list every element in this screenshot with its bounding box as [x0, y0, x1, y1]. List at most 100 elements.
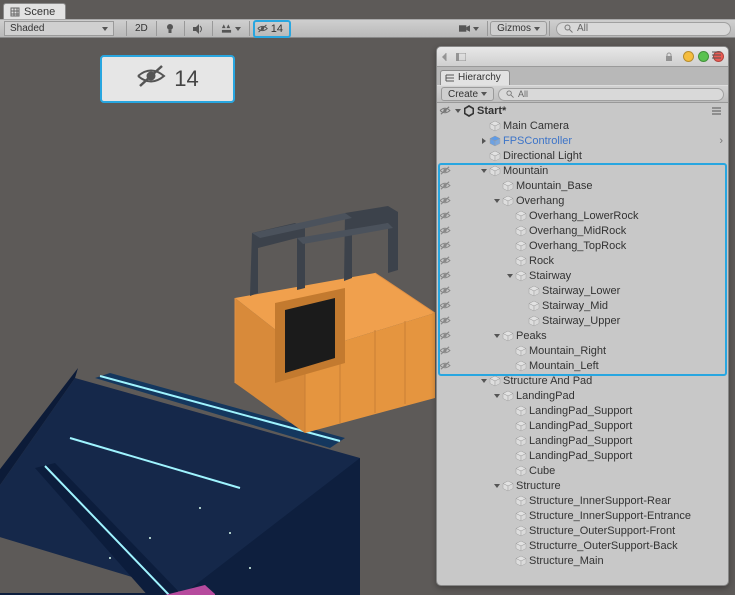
- tree-row-label: Main Camera: [503, 120, 569, 132]
- tree-row[interactable]: Mountain_Left: [437, 358, 728, 373]
- foldout-toggle[interactable]: [492, 481, 502, 491]
- visibility-toggle[interactable]: [437, 316, 453, 325]
- hidden-objects-toggle[interactable]: 14: [253, 20, 291, 38]
- tree-row[interactable]: Mountain_Right: [437, 343, 728, 358]
- scene-context-menu[interactable]: [711, 105, 725, 116]
- tree-row[interactable]: Structure_InnerSupport-Rear: [437, 493, 728, 508]
- tree-row[interactable]: FPSController›: [437, 133, 728, 148]
- tree-row-label: Overhang_MidRock: [529, 225, 626, 237]
- foldout-toggle[interactable]: [492, 196, 502, 206]
- tree-row[interactable]: Structure_InnerSupport-Entrance: [437, 508, 728, 523]
- tree-row-label: Stairway_Upper: [542, 315, 620, 327]
- hierarchy-titlebar[interactable]: [437, 47, 728, 67]
- visibility-toggle[interactable]: [437, 196, 453, 205]
- dock-icon[interactable]: [455, 51, 467, 63]
- gameobject-cube-icon: [515, 465, 527, 477]
- audio-toggle[interactable]: [187, 21, 210, 36]
- tree-row[interactable]: Mountain_Base: [437, 178, 728, 193]
- visibility-toggle[interactable]: [437, 271, 453, 280]
- effects-dropdown[interactable]: [215, 21, 247, 36]
- tree-row[interactable]: LandingPad: [437, 388, 728, 403]
- foldout-toggle[interactable]: [479, 376, 489, 386]
- foldout-toggle[interactable]: [492, 331, 502, 341]
- chevron-down-icon: [473, 26, 479, 32]
- hierarchy-icon: [445, 73, 455, 83]
- tree-row[interactable]: Main Camera: [437, 118, 728, 133]
- foldout-toggle[interactable]: [479, 136, 489, 146]
- hierarchy-panel: Hierarchy Create All Start* Main CameraF…: [436, 46, 729, 586]
- gameobject-cube-icon: [515, 210, 527, 222]
- lock-icon[interactable]: [663, 51, 675, 63]
- gameobject-cube-icon: [528, 285, 540, 297]
- tree-row[interactable]: Cube: [437, 463, 728, 478]
- gameobject-cube-icon: [515, 450, 527, 462]
- shading-mode-dropdown[interactable]: Shaded: [4, 21, 114, 36]
- tree-row[interactable]: Stairway_Mid: [437, 298, 728, 313]
- zoom-button[interactable]: [698, 51, 709, 62]
- tree-row-label: Structure: [516, 480, 561, 492]
- tree-row[interactable]: Overhang_LowerRock: [437, 208, 728, 223]
- gameobject-cube-icon: [515, 555, 527, 567]
- visibility-toggle[interactable]: [437, 286, 453, 295]
- hierarchy-search-input[interactable]: All: [498, 88, 724, 101]
- create-dropdown[interactable]: Create: [441, 87, 494, 101]
- tree-row[interactable]: Structure_OuterSupport-Front: [437, 523, 728, 538]
- lighting-toggle[interactable]: [159, 21, 182, 36]
- visibility-toggle[interactable]: [437, 211, 453, 220]
- visibility-toggle[interactable]: [437, 331, 453, 340]
- visibility-toggle[interactable]: [437, 301, 453, 310]
- scene-search-input[interactable]: All: [556, 22, 731, 36]
- camera-settings[interactable]: [453, 21, 485, 36]
- foldout-toggle[interactable]: [492, 391, 502, 401]
- scene-grid-icon: [10, 7, 20, 17]
- tree-row[interactable]: Overhang_TopRock: [437, 238, 728, 253]
- visibility-toggle[interactable]: [437, 256, 453, 265]
- tree-row-label: Stairway_Lower: [542, 285, 620, 297]
- tree-row[interactable]: Directional Light: [437, 148, 728, 163]
- 2d-toggle[interactable]: 2D: [129, 21, 154, 36]
- hierarchy-tree[interactable]: Start* Main CameraFPSController› Directio…: [437, 103, 728, 585]
- foldout-toggle[interactable]: [479, 166, 489, 176]
- tree-row-label: Directional Light: [503, 150, 582, 162]
- foldout-toggle[interactable]: [505, 271, 515, 281]
- scene-row[interactable]: Start*: [437, 103, 728, 118]
- audio-icon: [193, 23, 204, 34]
- chevron-right-icon[interactable]: ›: [719, 135, 723, 147]
- tree-row[interactable]: LandingPad_Support: [437, 448, 728, 463]
- tree-row[interactable]: LandingPad_Support: [437, 403, 728, 418]
- tree-row[interactable]: LandingPad_Support: [437, 433, 728, 448]
- visibility-toggle[interactable]: [437, 106, 453, 115]
- tree-row[interactable]: LandingPad_Support: [437, 418, 728, 433]
- gizmos-dropdown[interactable]: Gizmos: [490, 21, 547, 36]
- tree-row[interactable]: Overhang: [437, 193, 728, 208]
- gameobject-cube-icon: [515, 525, 527, 537]
- tree-row[interactable]: Structure And Pad: [437, 373, 728, 388]
- tree-row[interactable]: Mountain: [437, 163, 728, 178]
- hierarchy-tab[interactable]: Hierarchy: [440, 70, 510, 85]
- visibility-toggle[interactable]: [437, 226, 453, 235]
- tree-row[interactable]: Stairway: [437, 268, 728, 283]
- tree-row-label: LandingPad_Support: [529, 405, 632, 417]
- shading-mode-label: Shaded: [10, 23, 44, 34]
- visibility-toggle[interactable]: [437, 346, 453, 355]
- collapse-icon[interactable]: [441, 51, 453, 63]
- tree-row[interactable]: Structure_Main: [437, 553, 728, 568]
- visibility-toggle[interactable]: [437, 181, 453, 190]
- gameobject-cube-icon: [515, 255, 527, 267]
- tree-row[interactable]: Structurre_OuterSupport-Back: [437, 538, 728, 553]
- visibility-toggle[interactable]: [437, 361, 453, 370]
- visibility-toggle[interactable]: [437, 166, 453, 175]
- tree-row[interactable]: Stairway_Upper: [437, 313, 728, 328]
- tree-row[interactable]: Structure: [437, 478, 728, 493]
- tree-row[interactable]: Overhang_MidRock: [437, 223, 728, 238]
- panel-context-menu[interactable]: [711, 49, 725, 60]
- foldout-toggle[interactable]: [453, 106, 463, 116]
- minimize-button[interactable]: [683, 51, 694, 62]
- gameobject-cube-icon: [528, 300, 540, 312]
- gameobject-cube-icon: [515, 360, 527, 372]
- tree-row-label: Mountain_Base: [516, 180, 592, 192]
- tree-row[interactable]: Stairway_Lower: [437, 283, 728, 298]
- visibility-toggle[interactable]: [437, 241, 453, 250]
- tree-row[interactable]: Peaks: [437, 328, 728, 343]
- tree-row[interactable]: Rock: [437, 253, 728, 268]
